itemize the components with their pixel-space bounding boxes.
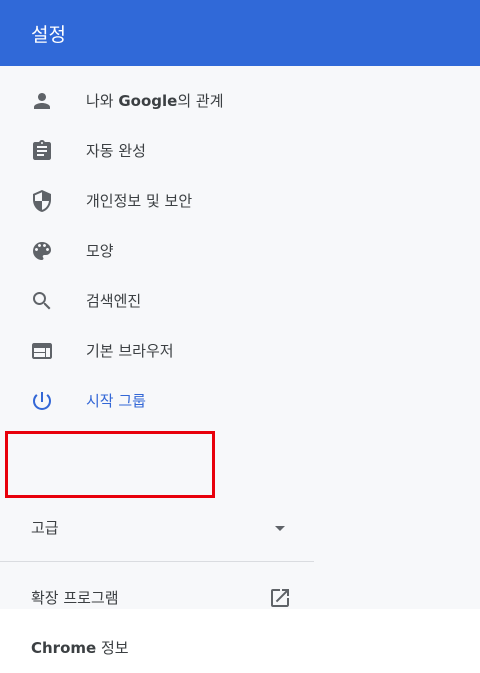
settings-header: 설정	[0, 0, 480, 66]
nav-item-about-chrome[interactable]: Chrome 정보	[0, 623, 314, 673]
nav-item-privacy-security[interactable]: 개인정보 및 보안	[0, 176, 314, 226]
nav-item-extensions[interactable]: 확장 프로그램	[0, 573, 314, 623]
page-title: 설정	[31, 23, 66, 46]
palette-icon	[30, 239, 54, 263]
label-chrome: Chrome	[31, 639, 97, 657]
nav-divider	[0, 561, 314, 562]
caret-down-icon	[272, 520, 288, 536]
search-icon	[30, 289, 54, 313]
extensions-label: 확장 프로그램	[31, 589, 119, 607]
label-google: Google	[118, 92, 178, 110]
nav-item-search-engine[interactable]: 검색엔진	[0, 276, 314, 326]
browser-window-icon	[30, 339, 54, 363]
power-icon	[30, 389, 54, 413]
nav-item-label: 검색엔진	[86, 292, 142, 310]
nav-item-appearance[interactable]: 모양	[0, 226, 314, 276]
nav-item-autofill[interactable]: 자동 완성	[0, 126, 314, 176]
nav-item-label: 자동 완성	[86, 142, 146, 160]
clipboard-icon	[30, 139, 54, 163]
label-suffix: 정보	[96, 639, 129, 657]
nav-item-you-and-google[interactable]: 나와 Google의 관계	[0, 76, 314, 126]
label-prefix: 나와	[86, 92, 119, 110]
nav-item-label: 기본 브라우저	[86, 342, 174, 360]
nav-item-default-browser[interactable]: 기본 브라우저	[0, 326, 314, 376]
settings-nav: 나와 Google의 관계 자동 완성 개인정보 및 보안 모양 검색엔진 기본…	[0, 76, 314, 426]
nav-item-on-startup[interactable]: 시작 그룹	[0, 376, 314, 426]
nav-item-label: 나와 Google의 관계	[86, 90, 224, 111]
open-in-new-icon	[268, 586, 292, 610]
shield-icon	[30, 189, 54, 213]
nav-item-label: 개인정보 및 보안	[86, 192, 193, 210]
person-icon	[30, 89, 54, 113]
nav-item-label: 모양	[86, 242, 114, 260]
settings-sidebar: 나와 Google의 관계 자동 완성 개인정보 및 보안 모양 검색엔진 기본…	[0, 66, 480, 657]
highlight-box	[5, 431, 215, 498]
nav-advanced-toggle[interactable]: 고급	[0, 503, 314, 553]
nav-item-label: 시작 그룹	[86, 392, 146, 410]
advanced-label: 고급	[31, 519, 59, 537]
label-suffix: 의 관계	[177, 92, 224, 110]
about-label: Chrome 정보	[31, 637, 129, 658]
